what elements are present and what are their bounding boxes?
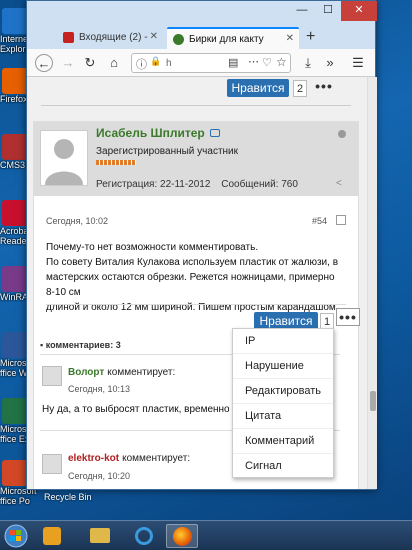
post-line: Почему-то нет возможности комментировать…: [46, 242, 259, 253]
user-meta: Регистрация: 22-11-2012 Сообщений: 760: [96, 179, 298, 190]
comment-avatar[interactable]: [42, 366, 62, 386]
comment-author-line: Волорт комментирует:: [68, 367, 175, 378]
scroll-thumb[interactable]: [370, 391, 376, 411]
close-tab-icon[interactable]: ✕: [285, 33, 294, 44]
taskbar-media-player[interactable]: [36, 524, 68, 548]
ie-icon: [135, 527, 153, 545]
minimize-button[interactable]: —: [289, 1, 315, 21]
more-options-button[interactable]: •••: [311, 79, 337, 93]
gmail-icon: [63, 32, 74, 43]
taskbar: [0, 520, 412, 550]
post-line: мастерских остаются обрезки. Режется нож…: [46, 272, 335, 298]
ie-icon: [2, 8, 28, 34]
menu-button[interactable]: ☰: [349, 54, 367, 72]
cms-icon: [2, 134, 28, 160]
word-icon: [2, 332, 28, 358]
post-more-button[interactable]: •••: [336, 308, 360, 326]
url-text: h: [166, 58, 172, 69]
close-tab-icon[interactable]: ✕: [150, 31, 158, 42]
divider: [41, 105, 351, 106]
default-avatar-icon: [45, 139, 83, 185]
author-name[interactable]: Исабель Шплитер: [96, 126, 205, 140]
user-role: Зарегистрированный участник: [96, 146, 239, 157]
comment-text: Ну да, а то выбросят пластик, временно п…: [42, 404, 251, 415]
new-tab-button[interactable]: +: [306, 28, 315, 46]
comment-time: Сегодня, 10:20: [68, 471, 131, 481]
comments-header: ▪ комментариев: 3: [40, 340, 121, 350]
powerpoint-icon: [2, 460, 28, 486]
home-button[interactable]: ⌂: [105, 54, 123, 72]
post-author[interactable]: Исабель Шплитер: [96, 126, 221, 140]
status-dot: [338, 130, 346, 138]
chat-bubble-icon[interactable]: [210, 129, 221, 137]
tab-active[interactable]: Бирки для какту ✕: [167, 27, 299, 49]
tab-label: Входящие (2) -: [79, 32, 148, 43]
post-number[interactable]: #54: [312, 216, 327, 226]
tab-bar: — ☐ ✕ Входящие (2) - ✕ Бирки для какту ✕…: [27, 1, 377, 49]
menu-item-signal[interactable]: Сигнал: [233, 454, 333, 479]
menu-item-comment[interactable]: Комментарий: [233, 429, 333, 454]
folder-icon: [90, 528, 110, 543]
nav-toolbar: ← → ↻ ⌂ ⓘ 🔒 h ▤ ⋯ ♡ ☆ ⤓ » ☰: [27, 49, 375, 77]
scrollbar[interactable]: [367, 77, 377, 489]
comment-verb: комментирует:: [107, 367, 176, 378]
info-icon[interactable]: ⓘ: [136, 56, 147, 72]
like-count: 2: [293, 80, 307, 97]
menu-item-edit[interactable]: Редактировать: [233, 379, 333, 404]
rank-bar: [96, 160, 136, 165]
menu-item-report[interactable]: Нарушение: [233, 354, 333, 379]
registration-date: Регистрация: 22-11-2012: [96, 179, 211, 190]
lock-icon: 🔒: [150, 56, 162, 66]
comment-author-line: elektro-kot комментирует:: [68, 453, 190, 464]
like-button[interactable]: Нравится: [227, 79, 289, 97]
post-select-checkbox[interactable]: [336, 215, 346, 225]
acrobat-icon: [2, 200, 28, 226]
post-line: По совету Виталия Кулакова используем пл…: [46, 257, 339, 268]
avatar[interactable]: [40, 130, 88, 186]
tab-label: Бирки для какту: [189, 34, 264, 45]
firefox-icon: [173, 527, 192, 546]
taskbar-explorer[interactable]: [84, 524, 116, 548]
downloads-button[interactable]: ⤓: [299, 54, 317, 72]
tab-gmail[interactable]: Входящие (2) - ✕: [57, 27, 163, 49]
menu-item-quote[interactable]: Цитата: [233, 404, 333, 429]
taskbar-ie[interactable]: [128, 524, 160, 548]
forward-button[interactable]: →: [59, 54, 77, 72]
firefox-icon: [2, 68, 28, 94]
overflow-button[interactable]: »: [321, 54, 339, 72]
menu-item-ip[interactable]: IP: [233, 329, 333, 354]
pocket-icon[interactable]: ♡: [262, 56, 272, 69]
post-options-menu: IP Нарушение Редактировать Цитата Коммен…: [232, 328, 334, 478]
start-button[interactable]: [2, 524, 34, 548]
winrar-icon: [2, 266, 28, 292]
post-header: Исабель Шплитер Зарегистрированный участ…: [34, 122, 358, 196]
excel-icon: [2, 398, 28, 424]
desktop-icon-label: ffice Po: [0, 496, 30, 506]
recycle-bin-label[interactable]: Recycle Bin: [44, 492, 92, 502]
taskbar-firefox[interactable]: [166, 524, 198, 548]
page-actions-icon[interactable]: ⋯: [248, 55, 259, 68]
media-player-icon: [43, 527, 61, 545]
back-button[interactable]: ←: [35, 54, 53, 72]
comment-avatar[interactable]: [42, 454, 62, 474]
divider: [46, 304, 346, 305]
url-bar[interactable]: ⓘ 🔒 h ▤ ⋯ ♡ ☆: [131, 53, 291, 73]
share-icon[interactable]: <: [336, 178, 342, 189]
close-window-button[interactable]: ✕: [341, 1, 377, 21]
message-count: Сообщений: 760: [221, 179, 298, 190]
windows-logo-icon: [4, 524, 28, 548]
post-date: Сегодня, 10:02: [46, 216, 109, 226]
comment-time: Сегодня, 10:13: [68, 384, 131, 394]
maximize-button[interactable]: ☐: [315, 1, 341, 21]
comment-verb: комментирует:: [122, 453, 191, 464]
bookmark-star-icon[interactable]: ☆: [276, 55, 287, 69]
reader-icon[interactable]: ▤: [228, 56, 238, 69]
comment-author[interactable]: Волорт: [68, 367, 104, 378]
comment-author[interactable]: elektro-kot: [68, 453, 119, 464]
site-favicon-icon: [173, 34, 184, 45]
reload-button[interactable]: ↻: [81, 54, 99, 72]
